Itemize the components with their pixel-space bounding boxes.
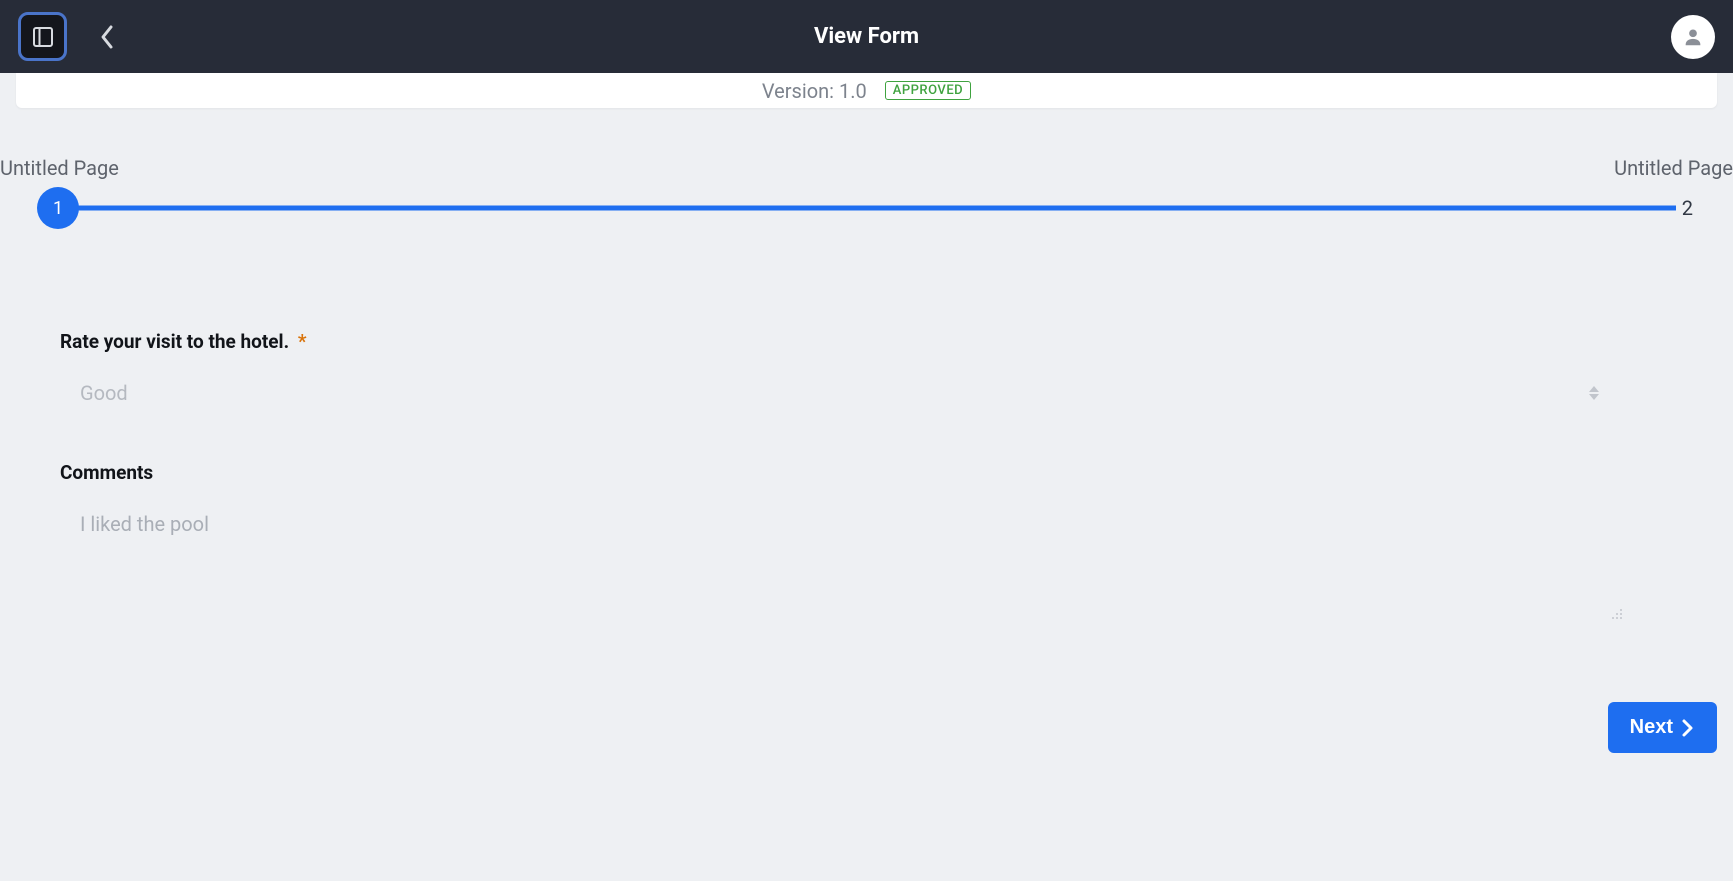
page-title: View Form bbox=[814, 24, 919, 49]
next-button-label: Next bbox=[1630, 716, 1673, 739]
stepper: Untitled Page Untitled Page 1 2 bbox=[0, 156, 1733, 230]
caret-up-icon bbox=[1587, 385, 1601, 393]
step-1-number: 1 bbox=[53, 198, 63, 219]
stepper-track: 1 2 bbox=[0, 186, 1733, 230]
step-2-number: 2 bbox=[1682, 196, 1693, 220]
version-label: Version: 1.0 bbox=[762, 79, 867, 103]
comments-textarea[interactable]: I liked the pool bbox=[60, 504, 1673, 624]
status-badge: APPROVED bbox=[885, 81, 971, 100]
app-header: View Form bbox=[0, 0, 1733, 73]
rating-field: Rate your visit to the hotel. * Good bbox=[60, 330, 1673, 413]
stepper-labels: Untitled Page Untitled Page bbox=[0, 156, 1733, 180]
caret-down-icon bbox=[1587, 393, 1601, 401]
user-icon bbox=[1682, 26, 1704, 48]
next-button[interactable]: Next bbox=[1608, 702, 1717, 753]
resize-handle-icon[interactable] bbox=[1611, 605, 1623, 624]
panel-icon bbox=[31, 25, 55, 49]
user-avatar[interactable] bbox=[1671, 15, 1715, 59]
chevron-right-icon bbox=[1681, 718, 1695, 738]
panel-toggle-button[interactable] bbox=[18, 12, 67, 61]
step-1-label: Untitled Page bbox=[0, 156, 119, 180]
comments-value: I liked the pool bbox=[60, 504, 1673, 624]
select-caret-icon bbox=[1587, 385, 1601, 401]
rating-select[interactable]: Good bbox=[60, 373, 1673, 413]
comments-label: Comments bbox=[60, 461, 1673, 484]
comments-field: Comments I liked the pool bbox=[60, 461, 1673, 624]
rating-label: Rate your visit to the hotel. * bbox=[60, 330, 1673, 353]
step-2-label: Untitled Page bbox=[1614, 156, 1733, 180]
form-body: Rate your visit to the hotel. * Good Com… bbox=[0, 230, 1733, 702]
chevron-left-icon bbox=[99, 24, 115, 50]
rating-label-text: Rate your visit to the hotel. bbox=[60, 330, 289, 353]
required-indicator: * bbox=[298, 330, 307, 353]
step-1-node[interactable]: 1 bbox=[37, 187, 79, 229]
rating-value: Good bbox=[60, 373, 1673, 413]
stepper-line bbox=[57, 206, 1676, 211]
version-strip: Version: 1.0 APPROVED bbox=[16, 73, 1717, 108]
step-2-node[interactable]: 2 bbox=[1682, 196, 1693, 220]
footer: Next bbox=[0, 702, 1733, 773]
back-button[interactable] bbox=[91, 21, 123, 53]
